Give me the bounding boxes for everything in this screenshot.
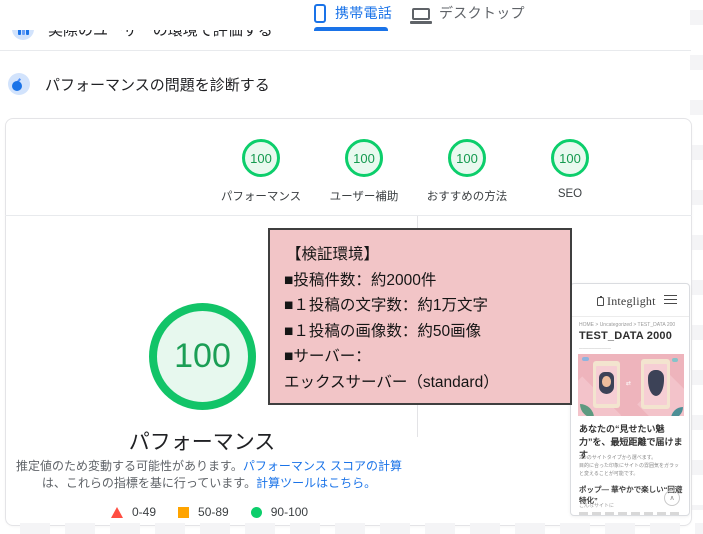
phone-icon <box>314 4 326 23</box>
phone-frame-illustration <box>641 359 670 409</box>
red-triangle-icon <box>111 507 123 518</box>
phone-frame-illustration <box>593 361 620 408</box>
speedometer-icon <box>8 73 30 95</box>
tab-desktop[interactable]: デスクトップ <box>412 3 525 23</box>
annotation-line: エックスサーバー（standard） <box>284 370 560 396</box>
legend-range-average: 50-89 <box>198 505 229 519</box>
annotation-title: 【検証環境】 <box>284 242 560 268</box>
orange-square-icon <box>178 507 189 518</box>
hamburger-menu-icon <box>664 295 677 304</box>
divider <box>5 215 692 216</box>
legend-item-good: 90-100 <box>251 505 308 519</box>
hero-illustration: ⇄ <box>578 354 684 416</box>
tab-mobile[interactable]: 携帯電話 <box>314 3 392 23</box>
thumbnail-body-line1: 2つのサイトタイプから選べます。 <box>579 455 656 461</box>
thumbnail-body-text: 2つのサイトタイプから選べます。 目的に合った印象にサイトの雰囲気をガラッと変え… <box>579 454 681 478</box>
site-logo: Integlight <box>597 294 656 309</box>
category-label-best-practices[interactable]: おすすめの方法 <box>412 188 522 204</box>
category-label-accessibility[interactable]: ユーザー補助 <box>309 188 419 204</box>
field-data-title: 実際のユーザーの環境で評価する <box>48 30 273 40</box>
thumbnail-post-title: TEST_DATA 2000 <box>579 330 672 342</box>
bar-chart-icon <box>12 30 34 40</box>
thumbnail-post-meta: ────────── <box>579 346 611 351</box>
site-name: Integlight <box>607 294 656 309</box>
disclaimer-text-2: は、これらの指標を基に行っています。 <box>42 476 256 490</box>
calculator-link[interactable]: 計算ツールはこちら。 <box>256 476 376 490</box>
thumbnail-caption: こんなサイトに <box>579 502 614 509</box>
swap-arrows: ⇄ <box>626 380 631 387</box>
tab-desktop-label: デスクトップ <box>439 3 525 23</box>
annotation-line: ■サーバー： <box>284 344 560 370</box>
score-gauge-seo[interactable]: 100 <box>551 139 589 177</box>
legend-range-poor: 0-49 <box>132 505 156 519</box>
scroll-top-button[interactable]: ∧ <box>664 490 680 506</box>
category-label-seo[interactable]: SEO <box>515 188 625 200</box>
thumbnail-footer-placeholder <box>579 512 683 515</box>
score-gauge-accessibility[interactable]: 100 <box>345 139 383 177</box>
tab-mobile-label: 携帯電話 <box>335 3 392 23</box>
annotation-line: ■１投稿の文字数：約1万文字 <box>284 293 560 319</box>
annotation-line: ■投稿件数：約2000件 <box>284 268 560 294</box>
legend-item-average: 50-89 <box>178 505 229 519</box>
thumbnail-breadcrumb: HOME > Uncategorized > TEST_DATA 200 <box>579 322 675 328</box>
background-skeleton-bottom <box>20 523 703 534</box>
disclaimer-text-1: 推定値のため変動する可能性があります。 <box>16 459 243 473</box>
pagespeed-results-page: 携帯電話 デスクトップ 実際のユーザーの環境で評価する パフォーマンスの問題を診… <box>0 0 703 534</box>
thumbnail-site-header: Integlight <box>571 284 689 315</box>
field-data-section-clipped: 実際のユーザーの環境で評価する <box>12 30 432 45</box>
category-label-performance[interactable]: パフォーマンス <box>206 188 316 204</box>
divider <box>0 50 691 51</box>
score-gauge-best-practices[interactable]: 100 <box>448 139 486 177</box>
site-screenshot-thumbnail[interactable]: Integlight HOME > Uncategorized > TEST_D… <box>570 283 690 516</box>
test-environment-annotation: 【検証環境】 ■投稿件数：約2000件 ■１投稿の文字数：約1万文字 ■１投稿の… <box>268 228 572 405</box>
legend-item-poor: 0-49 <box>111 505 156 519</box>
score-calc-link[interactable]: パフォーマンス スコアの計算 <box>243 459 402 473</box>
lamp-icon <box>597 297 604 306</box>
thumbnail-body-line2: 目的に合った印象にサイトの雰囲気をガラッと変えることが可能です。 <box>579 463 679 477</box>
legend-range-good: 90-100 <box>271 505 308 519</box>
divider <box>571 316 689 317</box>
diagnose-title: パフォーマンスの問題を診断する <box>45 74 270 95</box>
cloud-shape <box>582 357 589 361</box>
performance-section-label: パフォーマンス <box>102 426 302 456</box>
laptop-icon <box>412 8 430 20</box>
score-gauge-performance[interactable]: 100 <box>242 139 280 177</box>
score-legend: 0-49 50-89 90-100 <box>111 505 308 519</box>
annotation-line: ■１投稿の画像数：約50画像 <box>284 319 560 345</box>
performance-disclaimer: 推定値のため変動する可能性があります。パフォーマンス スコアの計算は、これらの指… <box>8 458 410 492</box>
green-circle-icon <box>251 507 262 518</box>
diagnose-section-header: パフォーマンスの問題を診断する <box>8 73 270 95</box>
cloud-shape <box>672 358 678 362</box>
performance-score-gauge: 100 <box>149 303 256 410</box>
